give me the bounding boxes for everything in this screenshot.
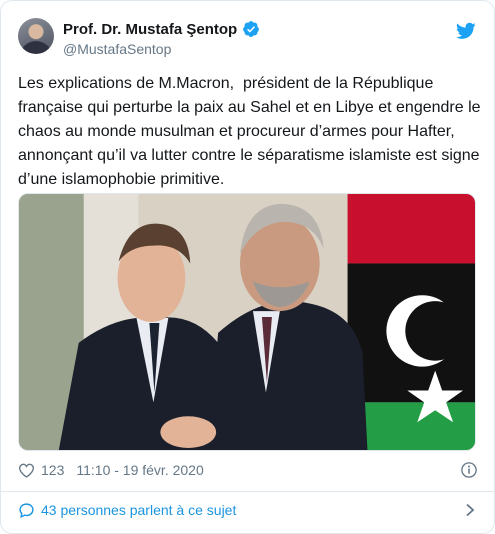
- tweet-card: Prof. Dr. Mustafa Şentop @MustafaSentop …: [0, 0, 495, 534]
- author-display-name[interactable]: Prof. Dr. Mustafa Şentop: [63, 21, 237, 38]
- like-button[interactable]: 123: [18, 462, 64, 478]
- author-handle[interactable]: @MustafaSentop: [63, 41, 171, 57]
- conversation-label: 43 personnes parlent à ce sujet: [41, 502, 237, 518]
- conversation-link[interactable]: 43 personnes parlent à ce sujet: [18, 499, 476, 521]
- author-name-row: Prof. Dr. Mustafa Şentop: [63, 19, 260, 39]
- heart-icon: [18, 463, 35, 478]
- tweet-timestamp[interactable]: 11:10 - 19 févr. 2020: [76, 462, 203, 478]
- twitter-bird-icon[interactable]: [456, 22, 476, 40]
- tweet-text: Les explications de M.Macron, président …: [18, 75, 485, 188]
- chevron-right-icon: [466, 503, 475, 517]
- photo-illustration: [19, 194, 475, 450]
- photo[interactable]: [18, 193, 476, 451]
- avatar[interactable]: [18, 18, 54, 54]
- info-icon[interactable]: [460, 461, 478, 479]
- verified-badge-icon: [243, 21, 260, 37]
- tweet-meta-row: 123 11:10 - 19 févr. 2020: [18, 460, 478, 480]
- like-count: 123: [41, 462, 65, 478]
- divider: [1, 491, 494, 492]
- speech-bubble-icon: [19, 502, 34, 518]
